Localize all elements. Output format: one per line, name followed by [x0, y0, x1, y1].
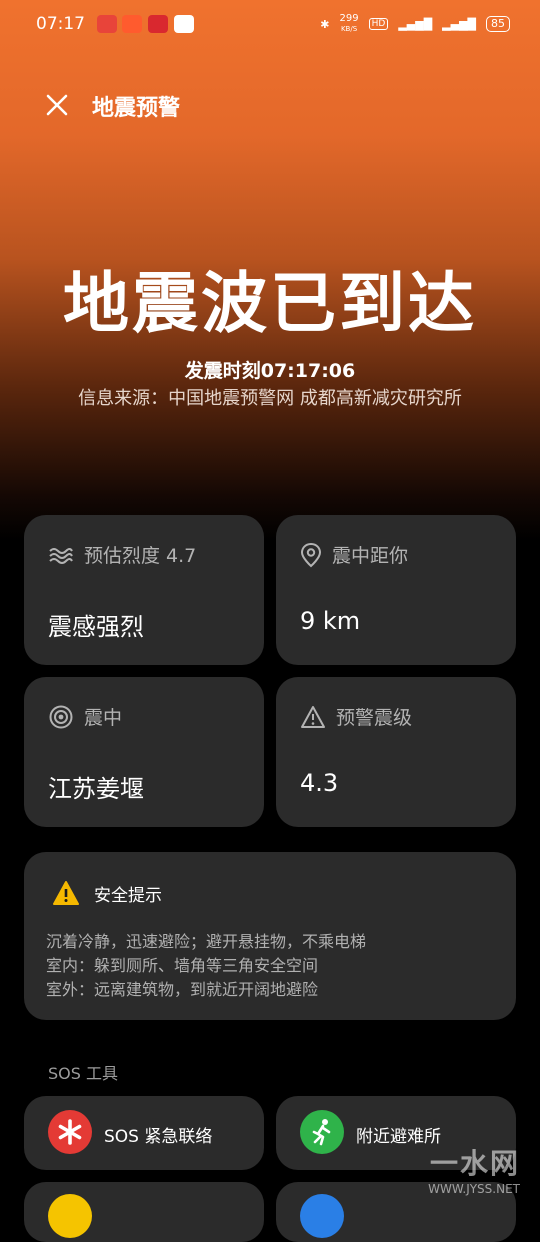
sos-app-icon	[97, 15, 117, 33]
distance-value: 9 km	[300, 607, 361, 635]
waves-icon	[49, 547, 73, 564]
warning-icon	[53, 881, 79, 905]
distance-label: 震中距你	[332, 545, 409, 567]
close-icon	[46, 94, 68, 116]
battery-indicator: 85	[486, 16, 510, 32]
intensity-value: 震感强烈	[48, 613, 144, 641]
network-speed: 299 KB/S	[339, 13, 359, 34]
hd-icon: HD	[368, 18, 389, 30]
safety-tips-card: 安全提示 沉着冷静，迅速避险；避开悬挂物，不乘电梯 室内：躲到厕所、墙角等三角安…	[24, 852, 516, 1020]
watermark: 一水网 WWW.JYSS.NET	[428, 1147, 520, 1196]
tool-icon	[48, 1194, 92, 1238]
quake-time: 发震时刻07:17:06	[184, 360, 356, 382]
safety-tip-line: 沉着冷静，迅速避险；避开悬挂物，不乘电梯	[46, 932, 367, 951]
magnitude-label: 预警震级	[336, 707, 413, 729]
news-app-icon	[148, 15, 168, 33]
signal-2g-icon: ▂▄▆█	[442, 17, 476, 31]
warning-triangle-icon	[301, 705, 325, 728]
running-person-icon	[300, 1110, 344, 1154]
signal-5g-icon: ▂▄▆█	[398, 17, 433, 31]
bluetooth-icon: ✱	[320, 17, 330, 31]
sos-emergency-label: SOS 紧急联络	[104, 1127, 213, 1147]
sos-tools-heading: SOS 工具	[48, 1064, 118, 1083]
taobao-app-icon	[122, 15, 142, 33]
status-time: 07:17	[36, 14, 85, 34]
emergency-asterisk-icon	[48, 1110, 92, 1154]
status-bar: 07:17 ✱ 299 KB/S HD ▂▄▆█ ▂▄▆█ 85	[0, 0, 540, 48]
safety-title: 安全提示	[94, 885, 162, 906]
epicenter-value: 江苏姜堰	[48, 775, 144, 803]
info-source: 信息来源：中国地震预警网 成都高新减灾研究所	[78, 388, 462, 409]
page-title: 地震预警	[92, 96, 181, 121]
sos-emergency-button[interactable]: SOS 紧急联络	[24, 1096, 264, 1170]
tool-icon	[300, 1194, 344, 1238]
distance-card: 震中距你 9 km	[276, 515, 516, 665]
intensity-card: 预估烈度 4.7 震感强烈	[24, 515, 264, 665]
alert-headline: 地震波已到达	[63, 265, 477, 342]
epicenter-card: 震中 江苏姜堰	[24, 677, 264, 827]
epicenter-label: 震中	[84, 707, 123, 729]
top-bar: 地震预警	[0, 80, 540, 130]
intensity-label: 预估烈度 4.7	[84, 545, 197, 567]
browser-app-icon	[174, 15, 194, 33]
target-icon	[49, 705, 73, 728]
close-button[interactable]	[44, 92, 70, 118]
sos-tool-button-partial[interactable]	[24, 1182, 264, 1242]
safety-tip-line: 室外：远离建筑物，到就近开阔地避险	[46, 980, 319, 999]
magnitude-card: 预警震级 4.3	[276, 677, 516, 827]
safety-tip-line: 室内：躲到厕所、墙角等三角安全空间	[46, 956, 319, 975]
location-pin-icon	[300, 542, 322, 567]
magnitude-value: 4.3	[300, 769, 339, 797]
